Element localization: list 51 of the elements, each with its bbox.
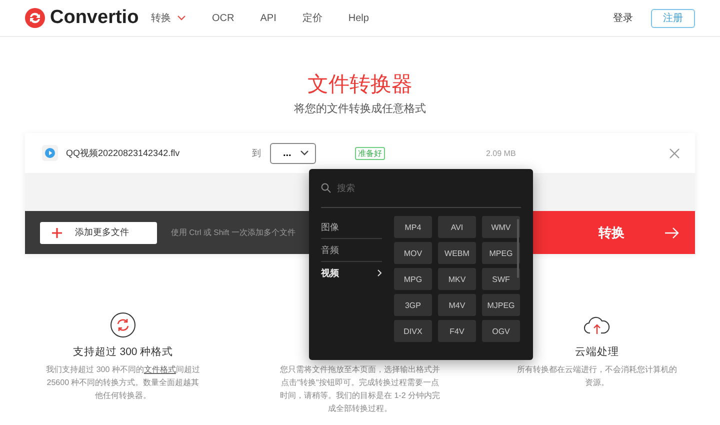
format-select[interactable]: ...: [270, 142, 316, 164]
add-files-button[interactable]: 添加更多文件: [40, 222, 157, 244]
category-item[interactable]: 图像: [321, 216, 382, 239]
nav-link[interactable]: 转换: [151, 11, 186, 25]
format-option[interactable]: SWF: [482, 268, 520, 290]
arrow-right-icon: [665, 226, 679, 238]
logo-text[interactable]: Convertio: [50, 7, 139, 29]
file-formats-link[interactable]: 文件格式: [144, 365, 176, 374]
feature-title: 云端处理: [575, 345, 619, 359]
format-option[interactable]: MKV: [438, 268, 476, 290]
format-option[interactable]: OGV: [482, 320, 520, 342]
status-badge: 准备好: [355, 146, 385, 160]
feature-description: 我们支持超过 300 种不同的文件格式间超过 25600 种不同的转换方式。数量全面超越其他任何转换器。: [45, 364, 201, 402]
chevron-right-icon: [377, 269, 382, 277]
plus-icon: [52, 228, 62, 238]
format-option[interactable]: MJPEG: [482, 294, 520, 316]
feature-description: 所有转换都在云端进行，不会消耗您计算机的资源。: [517, 364, 677, 389]
page-subtitle: 将您的文件转换成任意格式: [293, 102, 427, 116]
format-option[interactable]: MPEG: [482, 242, 520, 264]
format-option[interactable]: MPG: [394, 268, 432, 290]
category-item[interactable]: 音频: [321, 239, 382, 262]
format-option[interactable]: F4V: [438, 320, 476, 342]
login-link[interactable]: 登录: [613, 11, 633, 25]
close-icon[interactable]: [669, 148, 680, 158]
search-field[interactable]: 搜索: [337, 183, 457, 193]
cloud-upload-icon: [583, 315, 611, 335]
format-option[interactable]: DIVX: [394, 320, 432, 342]
play-icon: [42, 145, 58, 161]
format-option[interactable]: WEBM: [438, 242, 476, 264]
scrollbar[interactable]: [517, 219, 519, 278]
refresh-icon: [110, 312, 136, 338]
format-option[interactable]: AVI: [438, 216, 476, 238]
to-label: 到: [252, 146, 261, 160]
nav-link[interactable]: OCR: [212, 11, 234, 25]
category-item[interactable]: 视频: [321, 262, 382, 284]
format-option[interactable]: WMV: [482, 216, 520, 238]
search-icon: [321, 183, 331, 193]
nav-link[interactable]: API: [260, 11, 276, 25]
feature-description: 您只需将文件拖放至本页面，选择输出格式并点击"转换"按钮即可。完成转换过程需要一点时间，请稍等。我们的目标是在 1-2 分钟内完成全部转换过程。: [280, 364, 440, 415]
format-option[interactable]: MOV: [394, 242, 432, 264]
format-option[interactable]: MP4: [394, 216, 432, 238]
format-option[interactable]: 3GP: [394, 294, 432, 316]
feature-title: 支持超过 300 种格式: [72, 345, 174, 359]
page-title: 文件转换器: [306, 72, 414, 98]
file-size: 2.09 MB: [486, 148, 516, 158]
logo-icon: [25, 8, 45, 28]
format-option[interactable]: M4V: [438, 294, 476, 316]
nav-link[interactable]: 定价: [302, 11, 322, 25]
nav-link[interactable]: Help: [348, 11, 369, 25]
chevron-down-icon: [300, 150, 309, 156]
file-name: QQ视频20220823142342.flv: [66, 146, 181, 160]
